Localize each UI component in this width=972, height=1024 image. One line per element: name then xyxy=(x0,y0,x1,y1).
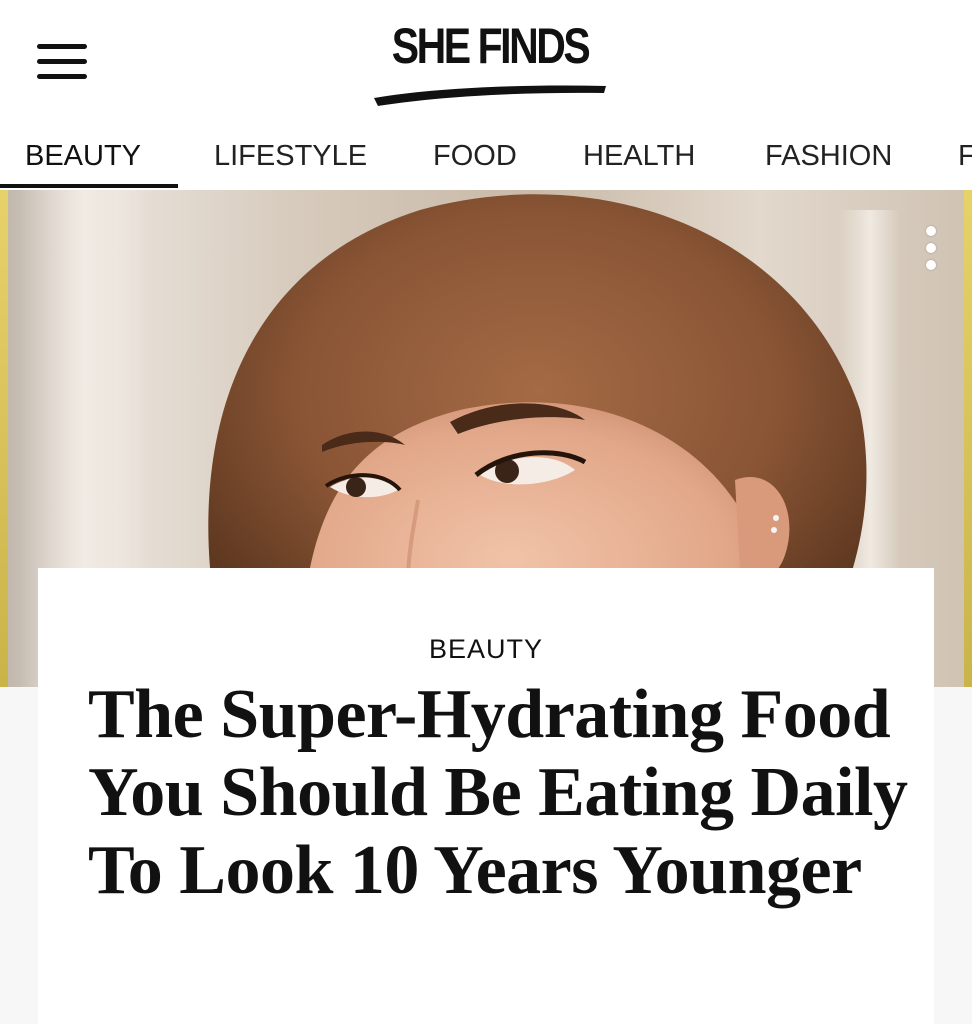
dot xyxy=(926,243,936,253)
article-category-label[interactable]: BEAUTY xyxy=(38,634,934,665)
menu-line xyxy=(37,74,87,79)
nav-item-fashion[interactable]: FASHION xyxy=(765,140,892,173)
nav-item-food[interactable]: FOOD xyxy=(433,140,517,173)
dot xyxy=(926,226,936,236)
active-tab-underline xyxy=(0,184,178,188)
menu-line xyxy=(37,44,87,49)
nav-item-beauty[interactable]: BEAUTY xyxy=(25,140,141,173)
article-card[interactable]: BEAUTY The Super-Hydrating Food You Shou… xyxy=(38,568,934,1024)
site-logo[interactable]: SHE FINDS xyxy=(370,14,610,106)
page: SHE FINDS BEAUTY LIFESTYLE FOOD HEALTH F… xyxy=(0,0,972,1024)
category-nav: BEAUTY LIFESTYLE FOOD HEALTH FASHION F xyxy=(0,120,972,190)
logo-swoosh-icon xyxy=(374,85,606,106)
nav-item-lifestyle[interactable]: LIFESTYLE xyxy=(214,140,367,173)
nav-item-overflow[interactable]: F xyxy=(958,140,972,173)
logo-wordmark: SHE FINDS xyxy=(391,18,591,74)
article-title[interactable]: The Super-Hydrating Food You Should Be E… xyxy=(88,676,908,910)
menu-line xyxy=(37,59,87,64)
dot xyxy=(926,260,936,270)
hamburger-menu-icon[interactable] xyxy=(37,44,89,82)
site-header: SHE FINDS xyxy=(0,0,972,120)
more-options-icon[interactable] xyxy=(924,226,938,274)
nav-item-health[interactable]: HEALTH xyxy=(583,140,695,173)
